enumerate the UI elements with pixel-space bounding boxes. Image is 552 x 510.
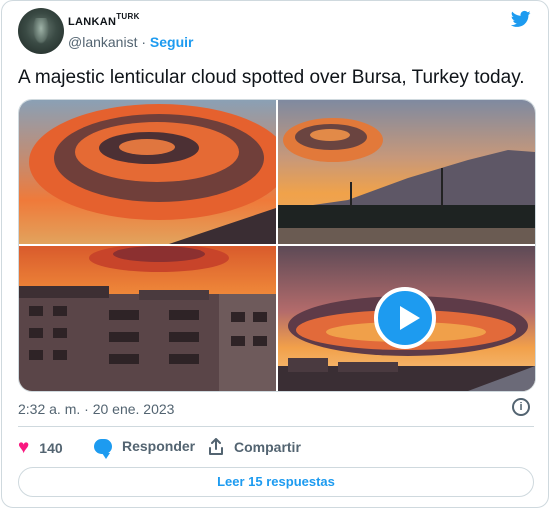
read-replies-button[interactable]: Leer 15 respuestas [18,467,534,497]
display-name-superscript: TURK [116,12,140,21]
avatar[interactable] [18,8,64,54]
photo-cloud-over-mountains[interactable] [278,100,535,244]
like-button[interactable]: ♥ 140 [18,438,63,457]
separator-dot: · [141,34,147,50]
share-icon [209,438,223,455]
tweet-text: A majestic lenticular cloud spotted over… [18,67,525,88]
twitter-icon[interactable] [510,9,532,29]
share-label: Compartir [234,439,301,455]
reply-label: Responder [122,438,196,454]
author-handle[interactable]: @lankanist [68,34,137,50]
media-grid [18,99,536,392]
display-name-text: LANKAN [68,16,117,28]
reply-button[interactable]: Responder [94,438,196,459]
info-icon[interactable]: i [512,398,530,416]
follow-button[interactable]: Seguir [150,34,194,50]
divider [18,426,534,427]
play-icon[interactable] [374,287,436,349]
heart-icon: ♥ [18,437,30,458]
reply-bubble-icon [94,438,112,459]
like-count: 140 [39,439,63,456]
author-display-name[interactable]: LANKANTURK [68,12,140,28]
photo-lenticular-cloud-closeup[interactable] [19,100,276,244]
author-handle-row: @lankanist · Seguir [68,34,194,50]
photo-cloud-over-buildings[interactable] [19,246,276,391]
tweet-card: LANKANTURK @lankanist · Seguir A majesti… [1,0,549,508]
tweet-timestamp[interactable]: 2:32 a. m. · 20 ene. 2023 [18,401,174,417]
share-button[interactable]: Compartir [208,438,301,456]
